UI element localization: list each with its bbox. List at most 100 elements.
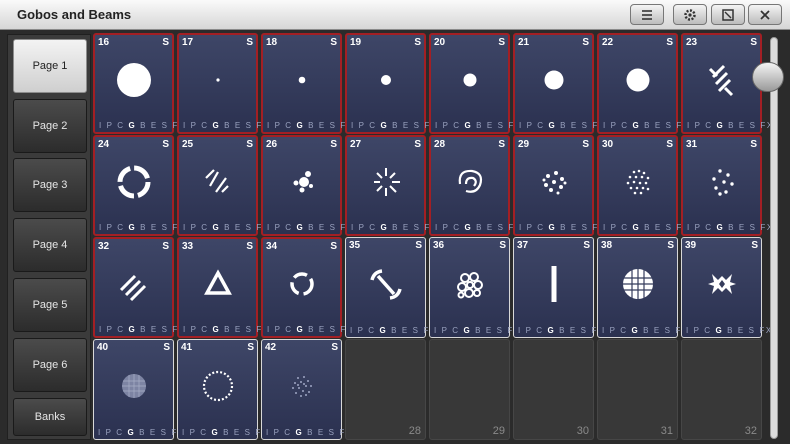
gobo-button[interactable]: 34 S I P C G B E S FX bbox=[261, 237, 352, 338]
gobo-number: 36 bbox=[433, 240, 445, 251]
empty-slot[interactable]: 28 bbox=[345, 339, 426, 440]
attribute-letters: I P C G B E S FX bbox=[519, 121, 606, 130]
gobo-button[interactable]: 19 S I P C G B E S FX bbox=[345, 33, 436, 134]
gobo-tag: S bbox=[499, 240, 506, 251]
gobo-tag: S bbox=[414, 37, 421, 48]
page-1-label: Page 1 bbox=[32, 60, 68, 72]
gobo-number: 38 bbox=[601, 240, 613, 251]
attribute-letters: I P C G B E S FX bbox=[687, 121, 774, 130]
dotted-ring-icon bbox=[202, 370, 233, 401]
split-ring-icon bbox=[289, 271, 314, 296]
swirl-icon bbox=[458, 169, 482, 193]
gobo-button[interactable]: 30 S I P C G B E S FX bbox=[597, 135, 688, 236]
gobo-button[interactable]: 20 S I P C G B E S FX bbox=[429, 33, 520, 134]
attribute-letters: I P C G B E S FX bbox=[183, 325, 270, 334]
gobo-button[interactable]: 17 S I P C G B E S FX bbox=[177, 33, 268, 134]
gobo-number: 31 bbox=[686, 139, 698, 150]
page-4-button[interactable]: Page 4 bbox=[13, 218, 87, 272]
gobo-button[interactable]: 37 S I P C G B E S FX bbox=[513, 237, 603, 338]
broken-lines-icon bbox=[204, 168, 229, 193]
gobo-tag: S bbox=[330, 37, 337, 48]
restore-button[interactable] bbox=[711, 4, 745, 25]
dot-cluster-icon bbox=[293, 170, 313, 193]
gobo-button[interactable]: 33 S I P C G B E S FX bbox=[177, 237, 268, 338]
gobo-button[interactable]: 29 S I P C G B E S FX bbox=[513, 135, 604, 236]
medium-dot-icon bbox=[463, 73, 476, 87]
gobo-tag: S bbox=[667, 240, 674, 251]
page-3-button[interactable]: Page 3 bbox=[13, 158, 87, 212]
slashes-icon bbox=[708, 64, 733, 96]
vertical-bar-icon bbox=[551, 265, 556, 302]
attribute-letters: I P C G B E S FX bbox=[266, 428, 353, 437]
gobo-tag: S bbox=[246, 139, 253, 150]
small-dot-icon bbox=[298, 76, 305, 83]
page-6-label: Page 6 bbox=[32, 359, 68, 371]
empty-slot-number: 30 bbox=[576, 425, 589, 437]
attribute-letters: I P C G B E S FX bbox=[435, 121, 522, 130]
gobo-button[interactable]: 42 S I P C G B E S FX bbox=[261, 339, 351, 440]
gobo-button[interactable]: 18 S I P C G B E S FX bbox=[261, 33, 352, 134]
gobo-number: 37 bbox=[517, 240, 529, 251]
gobo-number: 18 bbox=[266, 37, 278, 48]
scrollbar-track[interactable] bbox=[770, 37, 778, 439]
window-title: Gobos and Beams bbox=[17, 7, 132, 22]
banks-button[interactable]: Banks bbox=[13, 398, 87, 436]
gobo-button[interactable]: 27 S I P C G B E S FX bbox=[345, 135, 436, 236]
gobo-button[interactable]: 24 S I P C G B E S FX bbox=[93, 135, 184, 236]
dot-icon bbox=[380, 74, 391, 85]
gobo-button[interactable]: 32 S I P C G B E S FX bbox=[93, 237, 184, 338]
attribute-letters: I P C G B E S FX bbox=[350, 326, 437, 335]
attribute-letters: I P C G B E S FX bbox=[99, 121, 186, 130]
gobo-button[interactable]: 22 S I P C G B E S FX bbox=[597, 33, 688, 134]
attribute-letters: I P C G B E S FX bbox=[603, 223, 690, 232]
page-5-label: Page 5 bbox=[32, 299, 68, 311]
gobo-button[interactable]: 40 S I P C G B E S FX bbox=[93, 339, 183, 440]
gobo-tag: S bbox=[582, 139, 589, 150]
gobo-button[interactable]: 26 S I P C G B E S FX bbox=[261, 135, 352, 236]
gobo-button[interactable]: 23 S I P C G B E S FX bbox=[681, 33, 772, 134]
gobo-button[interactable]: 38 S I P C G B E S FX bbox=[597, 237, 687, 338]
scrollbar-thumb[interactable] bbox=[752, 62, 784, 92]
gobo-button[interactable]: 25 S I P C G B E S FX bbox=[177, 135, 268, 236]
cells-circle-icon bbox=[622, 268, 653, 299]
gobo-button[interactable]: 21 S I P C G B E S FX bbox=[513, 33, 604, 134]
gobo-tag: S bbox=[582, 37, 589, 48]
noise-circle-icon bbox=[291, 375, 312, 397]
gobo-button[interactable]: 35 S I P C G B E S FX bbox=[345, 237, 435, 338]
gobo-number: 40 bbox=[97, 342, 109, 353]
gobo-button[interactable]: 36 S I P C G B E S FX bbox=[429, 237, 519, 338]
gobo-tag: S bbox=[246, 241, 253, 252]
gobo-number: 30 bbox=[602, 139, 614, 150]
gobo-number: 25 bbox=[182, 139, 194, 150]
attribute-letters: I P C G B E S FX bbox=[435, 223, 522, 232]
gobo-tag: S bbox=[330, 241, 337, 252]
ring-segments-icon bbox=[117, 165, 150, 199]
empty-slot-number: 29 bbox=[492, 425, 505, 437]
gobo-tag: S bbox=[498, 139, 505, 150]
attribute-letters: I P C G B E S FX bbox=[99, 223, 186, 232]
close-button[interactable] bbox=[748, 4, 782, 25]
empty-slot[interactable]: 30 bbox=[513, 339, 594, 440]
gobo-button[interactable]: 16 S I P C G B E S FX bbox=[93, 33, 184, 134]
gobo-tag: S bbox=[751, 240, 758, 251]
gobo-button[interactable]: 28 S I P C G B E S FX bbox=[429, 135, 520, 236]
menu-button[interactable] bbox=[630, 4, 664, 25]
empty-slot[interactable]: 29 bbox=[429, 339, 510, 440]
page-6-button[interactable]: Page 6 bbox=[13, 338, 87, 392]
page-1-button[interactable]: Page 1 bbox=[13, 39, 87, 93]
settings-button[interactable] bbox=[673, 4, 707, 25]
gobo-button[interactable]: 41 S I P C G B E S FX bbox=[177, 339, 267, 440]
gobo-tag: S bbox=[750, 139, 757, 150]
page-2-button[interactable]: Page 2 bbox=[13, 99, 87, 153]
attribute-letters: I P C G B E S FX bbox=[351, 121, 438, 130]
empty-slot[interactable]: 32 bbox=[681, 339, 762, 440]
attribute-letters: I P C G B E S FX bbox=[267, 121, 354, 130]
gobo-button[interactable]: 31 S I P C G B E S FX bbox=[681, 135, 772, 236]
gear-icon bbox=[684, 8, 696, 21]
close-icon bbox=[760, 9, 770, 20]
page-5-button[interactable]: Page 5 bbox=[13, 278, 87, 332]
restore-icon bbox=[722, 8, 734, 21]
empty-slot[interactable]: 31 bbox=[597, 339, 678, 440]
gobo-button[interactable]: 39 S I P C G B E S FX bbox=[681, 237, 771, 338]
gobo-tag: S bbox=[498, 37, 505, 48]
